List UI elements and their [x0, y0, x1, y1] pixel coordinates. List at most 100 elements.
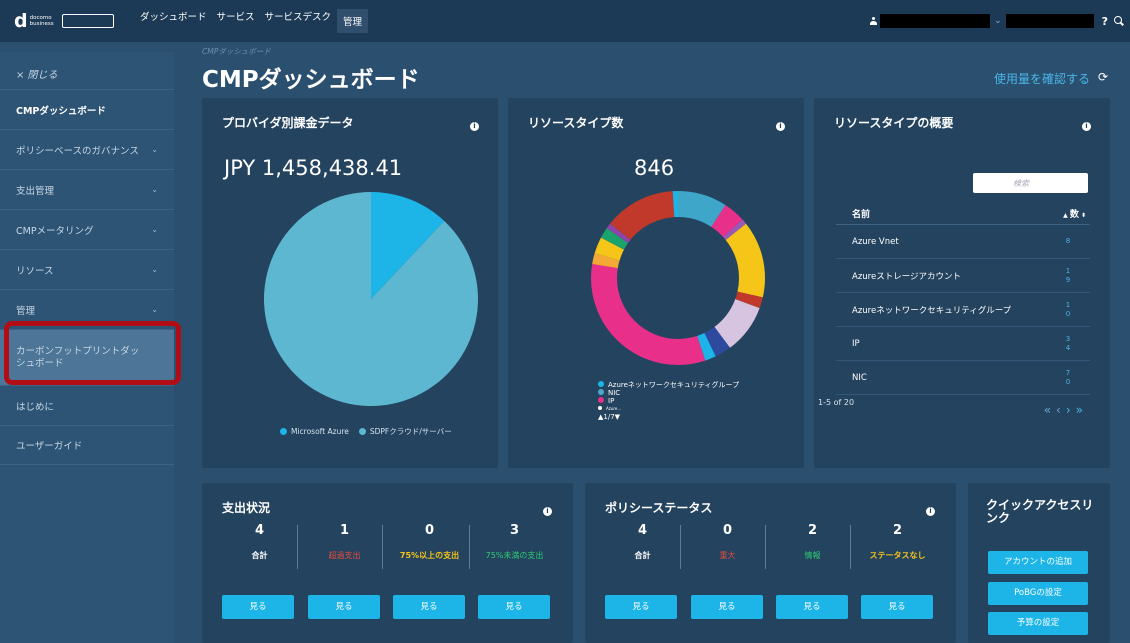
column-header-count[interactable]: ▲ 数 ⬍ [1063, 207, 1086, 220]
stat-total: 4 合計 [600, 523, 685, 561]
sidebar-item-metering[interactable]: CMPメータリング ⌄ [0, 209, 174, 249]
row-name: NIC [852, 372, 867, 383]
table-row[interactable]: Azureストレージアカウント 19 [836, 259, 1090, 293]
view-total-button[interactable]: 見る [222, 595, 294, 619]
nav-dashboard[interactable]: ダッシュボード [140, 9, 207, 33]
row-name: Azureストレージアカウント [852, 271, 962, 282]
legend-swatch [598, 406, 602, 410]
view-over-75-button[interactable]: 見る [393, 595, 465, 619]
stat-label: 合計 [634, 551, 651, 560]
top-bar: d docomo business ダッシュボード サービス サービスデスク 管理… [0, 0, 1130, 42]
sidebar-item-admin[interactable]: 管理 ⌄ [0, 289, 174, 329]
refresh-icon[interactable]: ⟳ [1098, 70, 1108, 84]
table-row[interactable]: Azure Vnet 8 [836, 225, 1090, 259]
row-count-link[interactable]: 70 [1064, 369, 1072, 387]
first-page-icon[interactable]: « [1044, 403, 1056, 417]
search-icon[interactable] [1114, 16, 1124, 26]
nav-service-desk[interactable]: サービスデスク [265, 9, 332, 33]
row-count-link[interactable]: 10 [1064, 301, 1072, 319]
table-row[interactable]: NIC 70 [836, 361, 1090, 395]
billing-legend: Microsoft Azure SDPFクラウド/サーバー [280, 426, 452, 437]
sidebar-item-spend[interactable]: 支出管理 ⌄ [0, 169, 174, 209]
info-icon[interactable]: i [926, 507, 935, 516]
sidebar-item-getting-started[interactable]: はじめに [0, 385, 174, 425]
sidebar-item-policy-governance[interactable]: ポリシーベースのガバナンス ⌄ [0, 129, 174, 169]
sidebar-item-carbon-footprint[interactable]: カーボンフットプリントダッシュボード [0, 329, 174, 385]
billing-card-title: プロバイダ別課金データ [222, 116, 354, 130]
stat-label: 合計 [251, 551, 268, 560]
sidebar-item-cmp-dashboard[interactable]: CMPダッシュボード [0, 89, 174, 129]
nav-admin[interactable]: 管理 [337, 9, 369, 33]
stat-label: 情報 [804, 551, 821, 560]
sidebar-item-label: CMPダッシュボード [16, 105, 106, 117]
resource-type-count: 846 [634, 156, 675, 180]
legend-label: NIC [608, 389, 621, 397]
budget-settings-button[interactable]: 予算の設定 [988, 612, 1088, 635]
table-row[interactable]: IP 34 [836, 327, 1090, 361]
view-total-button[interactable]: 見る [605, 595, 677, 619]
info-icon[interactable]: i [776, 122, 785, 131]
view-info-button[interactable]: 見る [776, 595, 848, 619]
row-count-link[interactable]: 19 [1064, 267, 1072, 285]
divider [469, 525, 470, 569]
stat-over-75: 0 75%以上の支出 [387, 523, 472, 561]
stat-info: 2 情報 [770, 523, 855, 561]
nav-services[interactable]: サービス [217, 9, 255, 33]
logo-word-2: business [29, 21, 54, 27]
sidebar-item-resources[interactable]: リソース ⌄ [0, 249, 174, 289]
spend-status-card: 支出状況 i 4 合計 1 超過支出 0 75%以上の支出 3 75%未満の支出 見る … [202, 483, 573, 643]
view-no-status-button[interactable]: 見る [861, 595, 933, 619]
table-row[interactable]: Azureネットワークセキュリティグループ 10 [836, 293, 1090, 327]
stat-label: 超過支出 [328, 551, 361, 560]
user-name-redacted[interactable] [880, 14, 991, 28]
legend-pager[interactable]: ▲1/7▼ [598, 413, 739, 421]
table-pagination-info: 1-5 of 20 [818, 398, 855, 407]
view-overspend-button[interactable]: 見る [308, 595, 380, 619]
row-name: IP [852, 338, 860, 349]
resource-summary-table: 名前 ▲ 数 ⬍ Azure Vnet 8 Azureストレージアカウント 19 A… [836, 203, 1090, 395]
chevron-down-icon[interactable]: ⌄ [994, 16, 1002, 26]
quick-access-card: クイックアクセスリンク アカウントの追加 PoBGの設定 予算の設定 [968, 483, 1110, 643]
legend-label: Azure... [606, 406, 622, 411]
add-account-button[interactable]: アカウントの追加 [988, 551, 1088, 574]
breadcrumb: CMPダッシュボード [202, 47, 271, 56]
row-count-link[interactable]: 8 [1064, 237, 1072, 246]
last-page-icon[interactable]: » [1076, 403, 1088, 417]
check-usage-link[interactable]: 使用量を確認する [994, 70, 1090, 87]
info-icon[interactable]: i [470, 122, 479, 131]
billing-card: プロバイダ別課金データ i JPY 1,458,438.41 Microsoft… [202, 98, 498, 468]
stat-critical: 0 重大 [685, 523, 770, 561]
chevron-down-icon: ⌄ [151, 305, 158, 314]
legend-label-azure: Microsoft Azure [291, 427, 349, 436]
divider [297, 525, 298, 569]
divider [382, 525, 383, 569]
legend-item: NIC [598, 389, 739, 397]
policy-status-card-title: ポリシーステータス [605, 501, 713, 515]
resource-summary-card-title: リソースタイプの概要 [834, 116, 954, 130]
pie-slice[interactable] [264, 192, 478, 406]
row-count-link[interactable]: 34 [1064, 335, 1072, 353]
view-critical-button[interactable]: 見る [691, 595, 763, 619]
view-under-75-button[interactable]: 見る [478, 595, 550, 619]
tenant-redacted[interactable] [1005, 14, 1094, 28]
stat-number: 4 [254, 523, 265, 538]
legend-swatch [598, 397, 604, 403]
sidebar-item-user-guide[interactable]: ユーザーガイド [0, 425, 174, 465]
info-icon[interactable]: i [543, 507, 552, 516]
prev-page-icon[interactable]: ‹ [1056, 403, 1066, 417]
pobg-settings-button[interactable]: PoBGの設定 [988, 582, 1088, 605]
column-header-name[interactable]: 名前 [852, 207, 870, 220]
stat-overspend: 1 超過支出 [302, 523, 387, 561]
legend-swatch-azure [280, 428, 287, 435]
resource-types-card-title: リソースタイプ数 [528, 116, 624, 130]
help-icon[interactable]: ? [1102, 15, 1108, 28]
table-search-input[interactable]: 検索 [973, 173, 1088, 193]
sidebar-item-label: はじめに [16, 401, 55, 413]
row-name: Azureネットワークセキュリティグループ [852, 305, 1012, 316]
sidebar-close-button[interactable]: × 閉じる [0, 52, 174, 89]
sidebar-item-label: カーボンフットプリントダッシュボード [16, 345, 140, 369]
info-icon[interactable]: i [1082, 122, 1091, 131]
page-title: CMPダッシュボード [202, 67, 420, 93]
brand-logo[interactable]: d docomo business [14, 10, 132, 32]
next-page-icon[interactable]: › [1066, 403, 1076, 417]
